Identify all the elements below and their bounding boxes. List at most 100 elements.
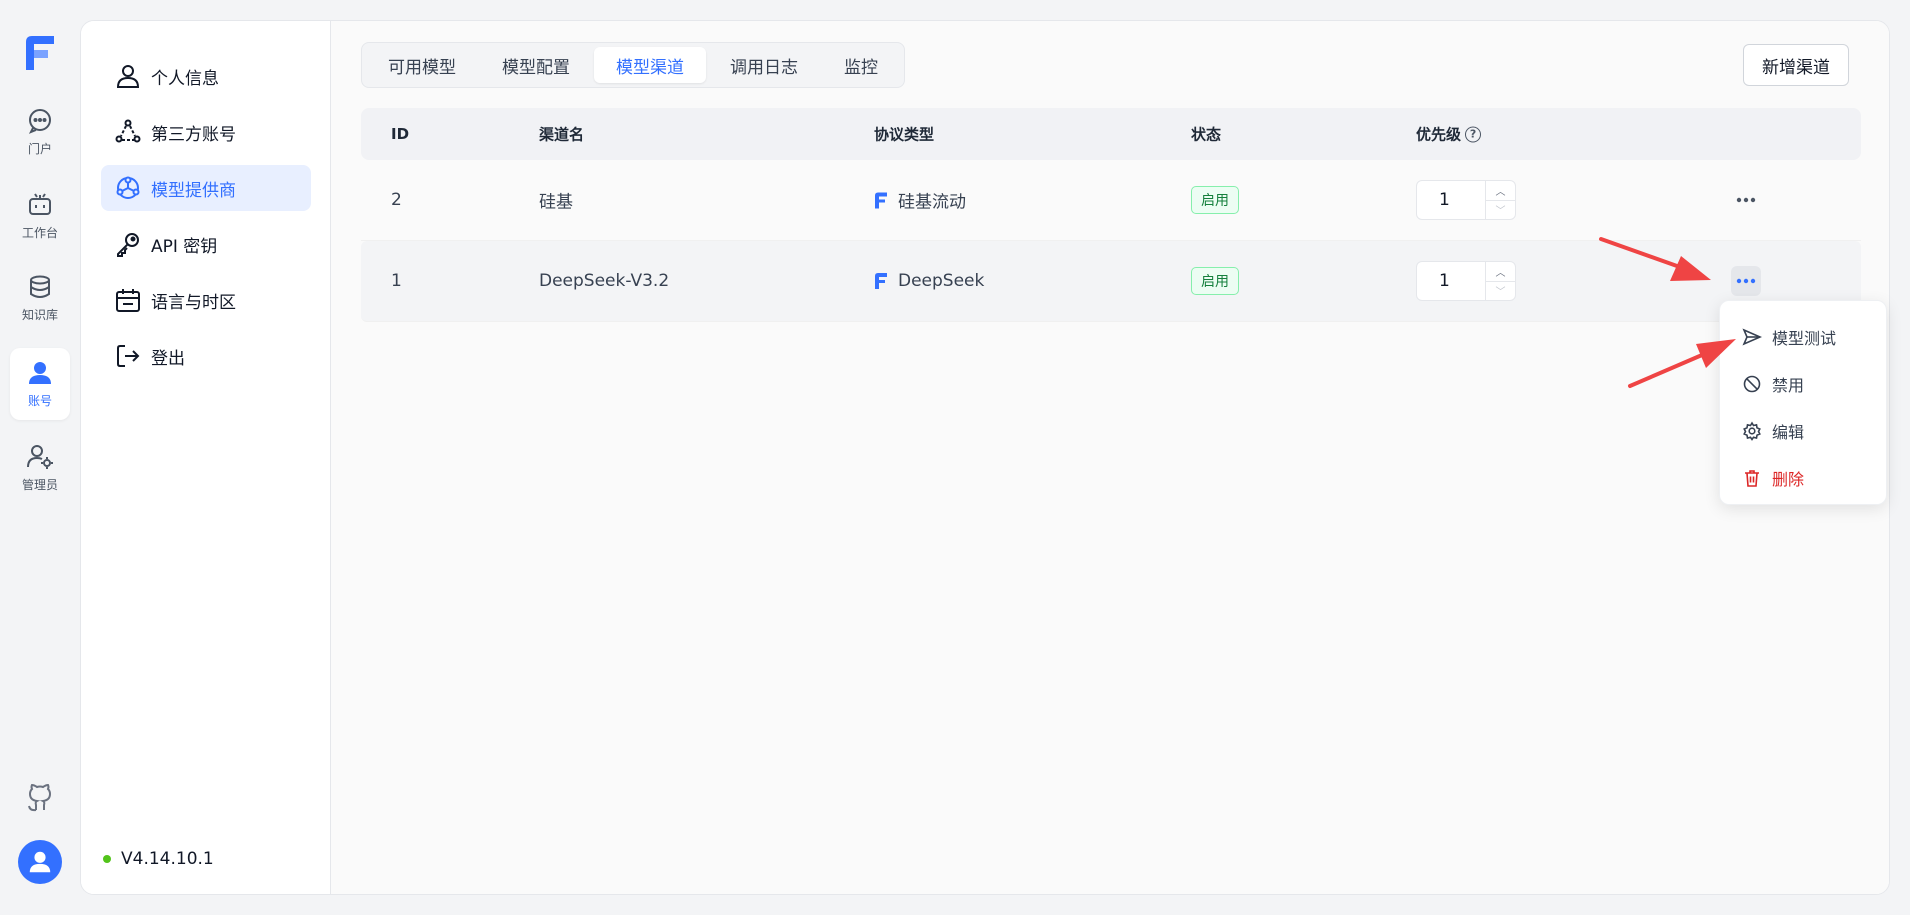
menu-item-edit[interactable]: 编辑 (1720, 407, 1886, 454)
provider-logo-icon (875, 273, 887, 289)
row-id: 1 (391, 271, 402, 291)
github-icon[interactable] (24, 783, 56, 815)
key-icon (117, 233, 139, 257)
user-icon (29, 851, 51, 873)
rail-item-label: 门户 (27, 142, 52, 156)
priority-stepper[interactable]: 1 ︿ ﹀ (1416, 261, 1516, 301)
tab-model-channels[interactable]: 模型渠道 (594, 47, 706, 83)
chevron-up-icon[interactable]: ︿ (1486, 262, 1515, 281)
row-protocol: DeepSeek (874, 271, 984, 291)
row-actions (1731, 185, 1761, 215)
more-actions-button[interactable] (1731, 266, 1761, 296)
sidebar-item-profile[interactable]: 个人信息 (101, 53, 311, 99)
sidebar-item-label: 第三方账号 (151, 124, 236, 145)
rail-item-label: 账号 (27, 394, 52, 408)
row-name: DeepSeek-V3.2 (539, 271, 670, 291)
main-card: 个人信息 第三方账号 模型提供商 API 密钥 语言与时区 登出 V4.14.1… (80, 20, 1890, 895)
rail-item-admin[interactable]: 管理员 (10, 432, 70, 504)
row-priority: 1 ︿ ﹀ (1416, 261, 1516, 301)
column-header-status: 状态 (1191, 125, 1222, 144)
user-gear-icon (27, 445, 53, 469)
provider-logo-icon (875, 192, 887, 208)
sidebar-item-label: 模型提供商 (151, 180, 236, 201)
menu-item-label: 删除 (1772, 469, 1805, 489)
sidebar-item-label: 语言与时区 (151, 292, 236, 313)
sidebar-item-third-party[interactable]: 第三方账号 (101, 109, 311, 155)
column-header-id: ID (391, 125, 410, 143)
column-header-name: 渠道名 (539, 125, 585, 144)
user-icon (29, 362, 51, 384)
sidebar-item-label: API 密钥 (151, 236, 218, 257)
version-indicator: V4.14.10.1 (103, 849, 214, 869)
rail-item-workbench[interactable]: 工作台 (10, 180, 70, 252)
row-priority: 1 ︿ ﹀ (1416, 180, 1516, 220)
version-text: V4.14.10.1 (121, 849, 214, 869)
settings-sidebar: 个人信息 第三方账号 模型提供商 API 密钥 语言与时区 登出 V4.14.1… (81, 21, 331, 894)
triangle-network-icon (115, 119, 141, 143)
row-status: 启用 (1191, 267, 1239, 295)
content-area: 可用模型 模型配置 模型渠道 调用日志 监控 新增渠道 ID 渠道名 协议类型 … (331, 21, 1889, 894)
tab-available-models[interactable]: 可用模型 (366, 47, 478, 83)
status-dot (103, 855, 111, 863)
menu-item-model-test[interactable]: 模型测试 (1720, 313, 1886, 360)
menu-item-label: 模型测试 (1772, 328, 1837, 348)
sidebar-item-api-key[interactable]: API 密钥 (101, 221, 311, 267)
help-icon[interactable]: ? (1465, 126, 1482, 142)
chevron-down-icon[interactable]: ﹀ (1486, 199, 1515, 220)
add-channel-button[interactable]: 新增渠道 (1743, 44, 1849, 86)
chevron-up-icon[interactable]: ︿ (1486, 181, 1515, 200)
more-actions-button[interactable] (1731, 185, 1761, 215)
sidebar-item-logout[interactable]: 登出 (101, 333, 311, 379)
row-actions (1731, 266, 1761, 296)
protocol-text: 硅基流动 (898, 192, 966, 213)
more-horizontal-icon (1736, 197, 1756, 203)
sidebar-item-language-timezone[interactable]: 语言与时区 (101, 277, 311, 323)
table-row: 2 硅基 硅基流动 启用 1 ︿ ﹀ (361, 160, 1861, 241)
rail-item-portal[interactable]: 门户 (10, 96, 70, 168)
chat-bubble-icon (28, 109, 51, 134)
table-header: ID 渠道名 协议类型 状态 优先级 ? (361, 108, 1861, 160)
priority-stepper[interactable]: 1 ︿ ﹀ (1416, 180, 1516, 220)
send-icon (1742, 327, 1762, 346)
rail-item-label: 工作台 (21, 226, 58, 240)
app-logo-icon[interactable] (22, 34, 58, 72)
menu-item-label: 编辑 (1772, 422, 1805, 442)
row-actions-dropdown: 模型测试 禁用 编辑 删除 (1719, 300, 1887, 505)
sidebar-item-label: 登出 (151, 348, 185, 369)
database-icon (30, 275, 50, 298)
sidebar-item-model-provider[interactable]: 模型提供商 (101, 165, 311, 211)
table-row: 1 DeepSeek-V3.2 DeepSeek 启用 1 ︿ ﹀ (361, 241, 1861, 322)
channels-table: ID 渠道名 协议类型 状态 优先级 ? 2 硅基 硅基流动 启用 1 ︿ ﹀ … (361, 108, 1861, 322)
priority-label: 优先级 (1416, 125, 1462, 144)
ban-icon (1743, 375, 1761, 392)
menu-item-disable[interactable]: 禁用 (1720, 360, 1886, 407)
hub-network-icon (116, 176, 140, 199)
tab-model-config[interactable]: 模型配置 (480, 47, 592, 83)
priority-value[interactable]: 1 (1417, 262, 1485, 300)
chevron-down-icon[interactable]: ﹀ (1486, 280, 1515, 301)
calendar-icon (116, 289, 140, 312)
rail-item-knowledge-base[interactable]: 知识库 (10, 262, 70, 334)
row-protocol: 硅基流动 (874, 188, 966, 213)
rail-item-label: 知识库 (21, 308, 58, 322)
protocol-text: DeepSeek (898, 271, 985, 291)
sidebar-item-label: 个人信息 (151, 68, 219, 89)
column-header-protocol: 协议类型 (874, 125, 935, 144)
row-name: 硅基 (539, 192, 573, 213)
menu-item-label: 禁用 (1772, 375, 1805, 395)
user-outline-icon (116, 65, 140, 88)
status-badge: 启用 (1191, 267, 1239, 295)
gear-icon (1743, 420, 1761, 441)
tab-bar: 可用模型 模型配置 模型渠道 调用日志 监控 (361, 42, 905, 88)
row-status: 启用 (1191, 186, 1239, 214)
column-header-priority: 优先级 ? (1416, 124, 1482, 145)
tab-call-logs[interactable]: 调用日志 (708, 47, 820, 83)
trash-icon (1745, 469, 1759, 487)
rail-item-account[interactable]: 账号 (10, 348, 70, 420)
avatar[interactable] (18, 840, 62, 884)
menu-item-delete[interactable]: 删除 (1720, 454, 1886, 501)
rail-item-label: 管理员 (21, 478, 58, 492)
priority-value[interactable]: 1 (1417, 181, 1485, 219)
tab-monitoring[interactable]: 监控 (822, 47, 900, 83)
row-id: 2 (391, 190, 402, 210)
